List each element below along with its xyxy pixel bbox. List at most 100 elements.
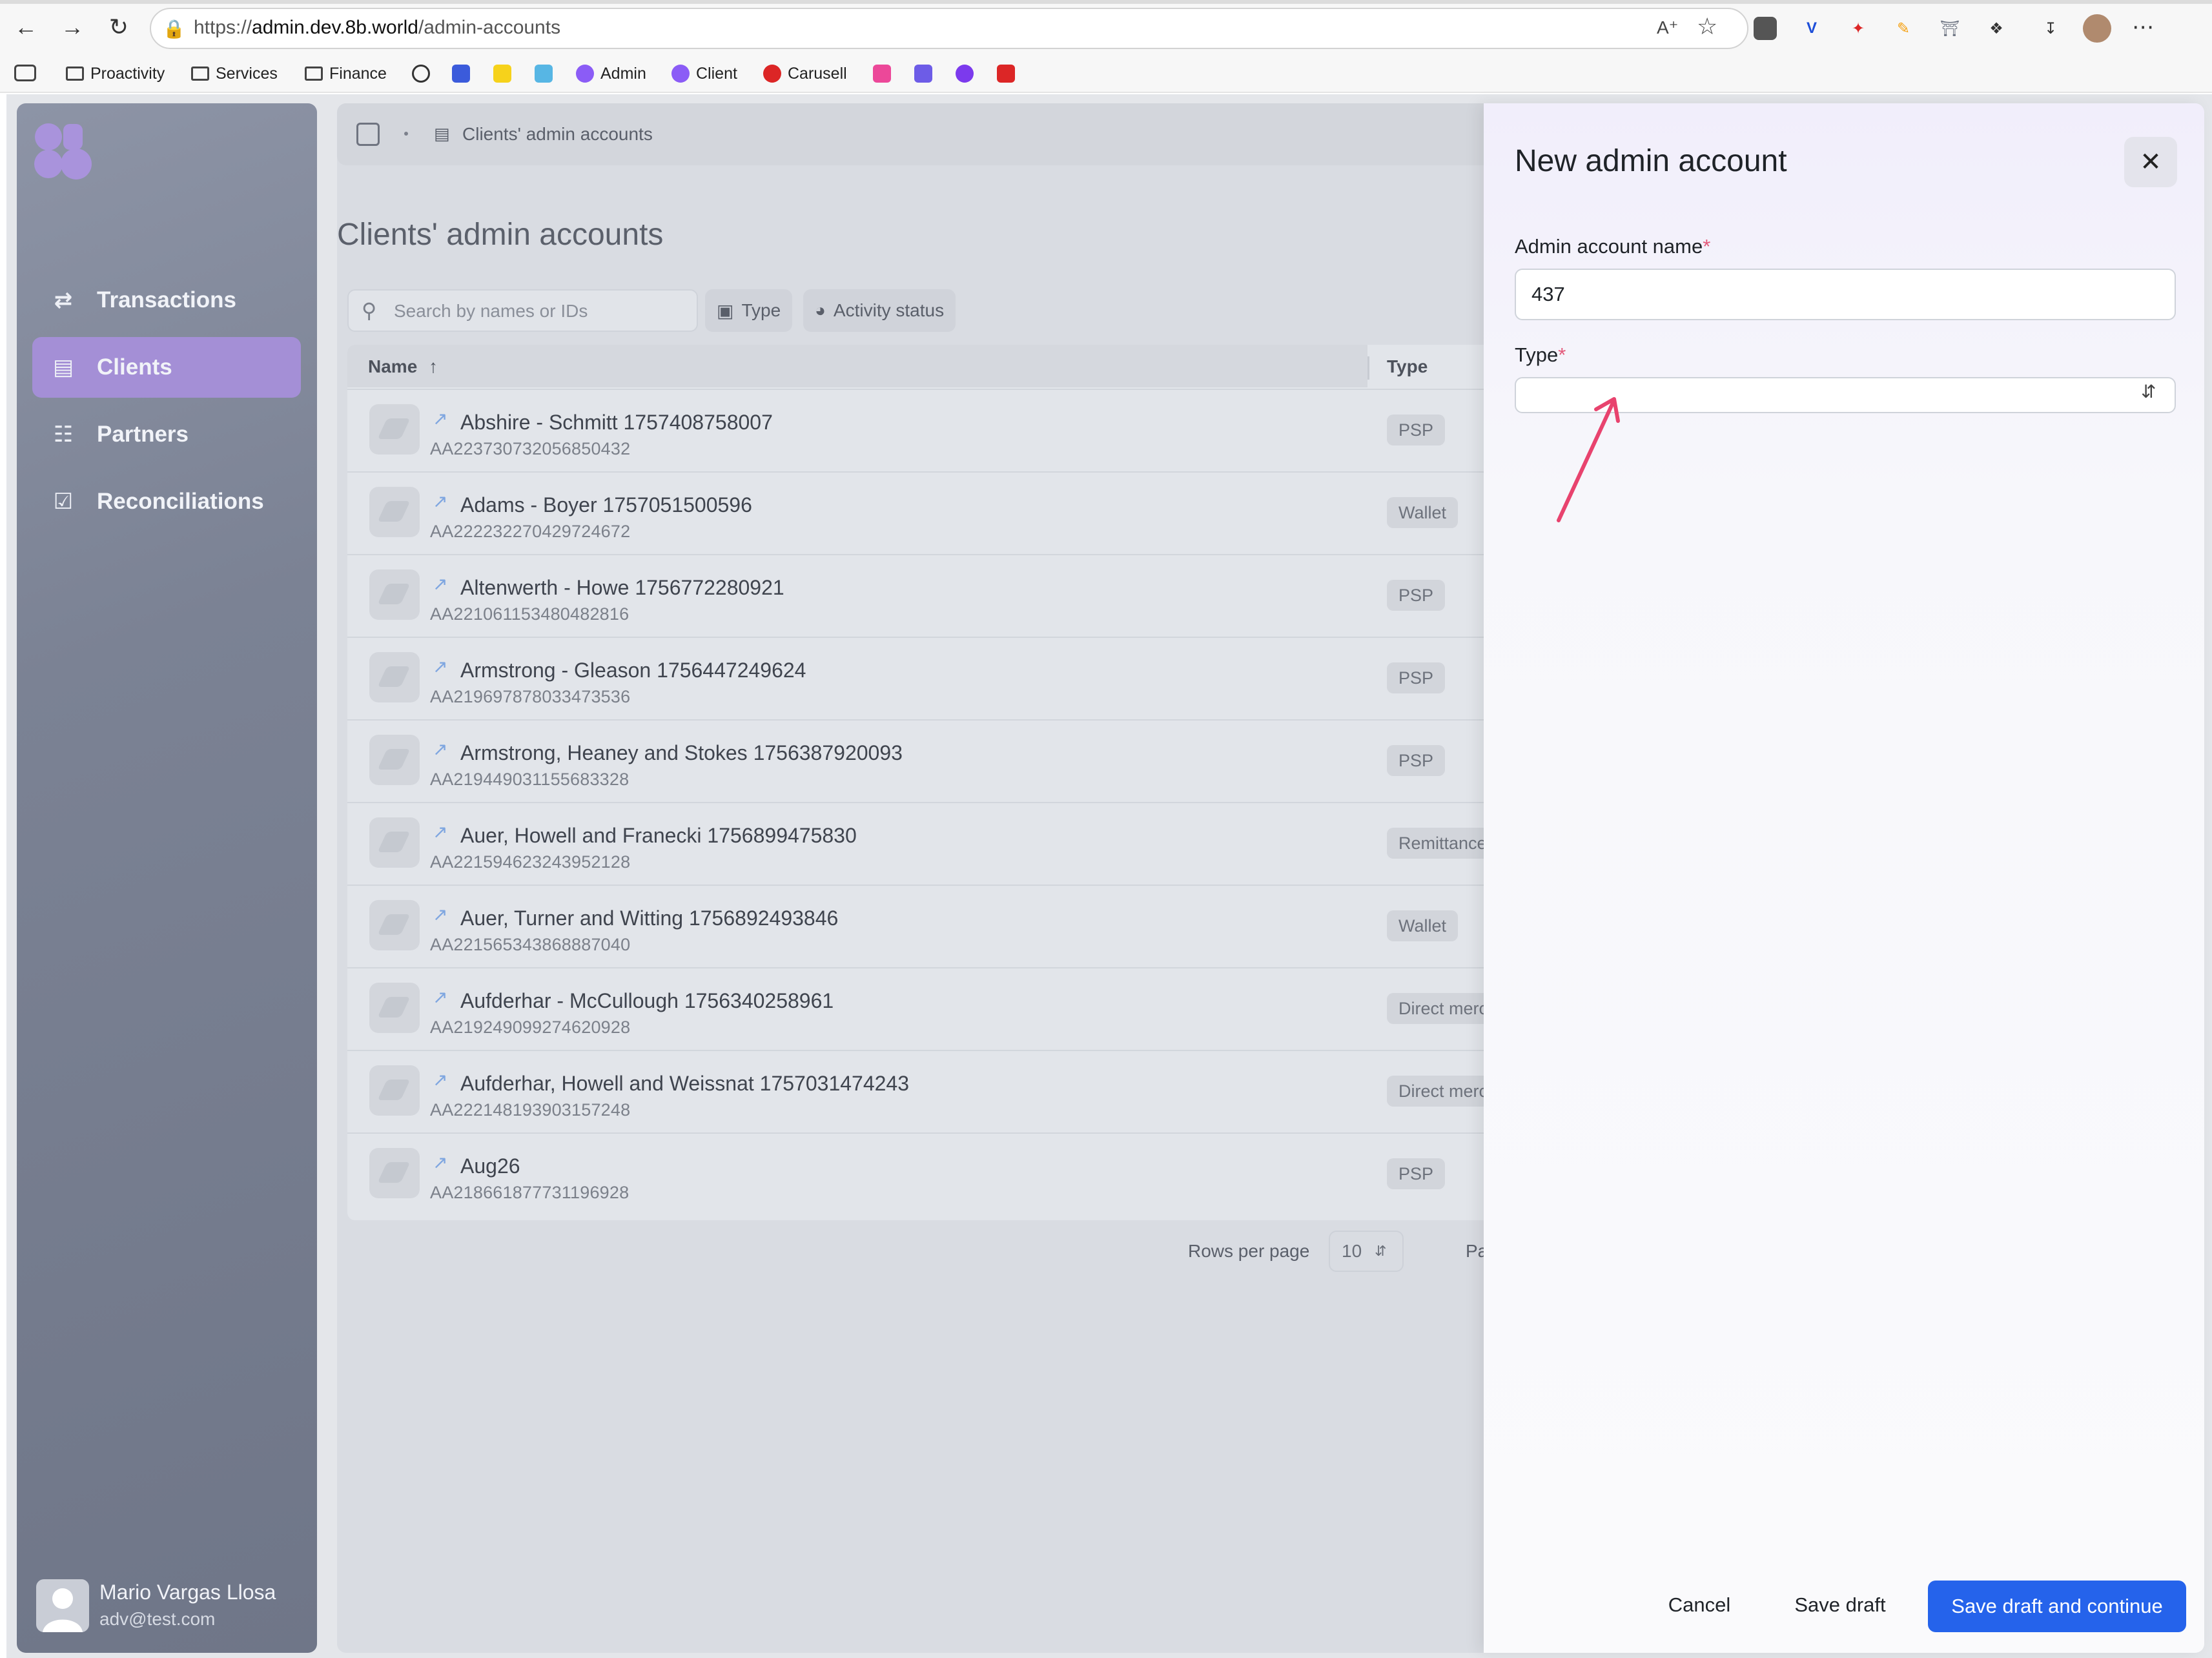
- type-badge: PSP: [1387, 1158, 1446, 1189]
- bookmark-carusell[interactable]: Carusell: [763, 62, 847, 85]
- sidebar-item-clients[interactable]: ▤ Clients: [32, 337, 301, 398]
- sidebar-item-label: Reconciliations: [97, 489, 264, 514]
- client-logo-placeholder: [369, 817, 420, 868]
- client-name[interactable]: Aufderhar - McCullough 1756340258961: [460, 989, 834, 1013]
- read-aloud-icon[interactable]: A⁺: [1657, 17, 1678, 38]
- bookmark-label: Client: [696, 64, 737, 83]
- rows-per-page-label: Rows per page: [1188, 1241, 1310, 1261]
- downloads-icon[interactable]: ↧: [2039, 17, 2062, 40]
- client-logo-placeholder: [369, 1148, 420, 1198]
- type-badge: PSP: [1387, 414, 1446, 445]
- type-filter-button[interactable]: ▣ Type: [705, 289, 793, 332]
- column-divider[interactable]: [1367, 356, 1369, 380]
- client-name[interactable]: Abshire - Schmitt 1757408758007: [460, 411, 773, 435]
- client-name[interactable]: Auer, Howell and Franecki 1756899475830: [460, 824, 857, 848]
- client-id: AA219449031155683328: [430, 770, 630, 789]
- client-id: AA218661877731196928: [430, 1183, 630, 1202]
- sidebar-item-label: Partners: [97, 422, 189, 447]
- lock-icon[interactable]: 🔒: [163, 18, 185, 39]
- client-name[interactable]: Altenwerth - Howe 1756772280921: [460, 576, 784, 600]
- news-bookmark-icon[interactable]: [997, 65, 1015, 83]
- external-link-icon[interactable]: ↗: [433, 739, 447, 760]
- chevron-up-down-icon[interactable]: ⇵: [2141, 381, 2156, 402]
- cancel-button[interactable]: Cancel: [1648, 1581, 1751, 1630]
- sidebar-toggle-icon[interactable]: [14, 65, 36, 81]
- openai-icon[interactable]: [412, 65, 430, 83]
- chevron-up-down-icon: ⇵: [1375, 1243, 1387, 1259]
- breadcrumb[interactable]: Clients' admin accounts: [462, 124, 653, 145]
- pencil-extension-icon[interactable]: ✎: [1892, 17, 1915, 40]
- client-name[interactable]: Armstrong - Gleason 1756447249624: [460, 659, 806, 682]
- column-header-type[interactable]: Type: [1387, 356, 1428, 377]
- folder-icon: [66, 67, 84, 81]
- external-link-icon[interactable]: ↗: [433, 904, 447, 925]
- client-name[interactable]: Adams - Boyer 1757051500596: [460, 493, 752, 517]
- reload-icon[interactable]: ↻: [105, 13, 133, 41]
- bookmark-finance[interactable]: Finance: [305, 62, 387, 85]
- more-menu-icon[interactable]: ⋯: [2132, 14, 2154, 40]
- rows-per-page-select[interactable]: 10 ⇵: [1329, 1231, 1404, 1272]
- forward-icon[interactable]: →: [58, 13, 87, 41]
- s-purple-bookmark-icon[interactable]: [914, 65, 932, 83]
- client-name[interactable]: Aufderhar, Howell and Weissnat 175703147…: [460, 1072, 909, 1096]
- field-label-text: Type: [1515, 343, 1559, 366]
- save-draft-and-continue-button[interactable]: Save draft and continue: [1928, 1581, 2186, 1632]
- bookmark-admin[interactable]: Admin: [576, 62, 646, 85]
- client-name[interactable]: Aug26: [460, 1154, 520, 1178]
- sidebar-item-partners[interactable]: ☷ Partners: [32, 404, 301, 465]
- sidebar-item-transactions[interactable]: ⇄ Transactions: [32, 270, 301, 331]
- server-icon: ▤: [52, 355, 74, 380]
- sidebar: [17, 103, 317, 1653]
- client-name[interactable]: Auer, Turner and Witting 1756892493846: [460, 906, 838, 930]
- vpn-extension-icon[interactable]: V: [1800, 17, 1823, 40]
- admin-account-name-input[interactable]: 437: [1515, 269, 2176, 320]
- required-mark: *: [1703, 235, 1711, 258]
- shield-extension-icon[interactable]: ⛩: [1938, 17, 1961, 40]
- checklist-icon: ☑: [53, 489, 74, 514]
- filter-label: Type: [741, 300, 781, 320]
- type-badge: PSP: [1387, 745, 1446, 776]
- bird-bookmark-icon[interactable]: [452, 65, 470, 83]
- bookmark-proactivity[interactable]: Proactivity: [66, 62, 165, 85]
- close-button[interactable]: ✕: [2124, 137, 2177, 187]
- avatar[interactable]: [36, 1579, 89, 1632]
- collections-icon[interactable]: [1754, 17, 1777, 40]
- external-link-icon[interactable]: ↗: [433, 821, 447, 843]
- calendar-icon: ▣: [717, 300, 734, 321]
- field-label-text: Admin account name: [1515, 235, 1703, 258]
- bird-extension-icon[interactable]: ✦: [1847, 17, 1870, 40]
- external-link-icon[interactable]: ↗: [433, 1152, 447, 1173]
- back-icon[interactable]: ←: [12, 13, 40, 41]
- activity-status-filter-button[interactable]: ◕ Activity status: [803, 289, 956, 332]
- profile-avatar[interactable]: [2083, 14, 2111, 43]
- extensions-puzzle-icon[interactable]: ❖: [1985, 17, 2008, 40]
- external-link-icon[interactable]: ↗: [433, 656, 447, 677]
- sidebar-item-reconciliations[interactable]: ☑ Reconciliations: [32, 471, 301, 532]
- client-name[interactable]: Armstrong, Heaney and Stokes 17563879200…: [460, 741, 903, 765]
- bookmark-services[interactable]: Services: [191, 62, 278, 85]
- s-pink-bookmark-icon[interactable]: [873, 65, 891, 83]
- favorite-star-icon[interactable]: ☆: [1697, 13, 1717, 40]
- url-prefix: https://: [194, 17, 252, 38]
- external-link-icon[interactable]: ↗: [433, 573, 447, 595]
- url-text[interactable]: https://admin.dev.8b.world/admin-account…: [194, 17, 560, 39]
- maps-icon[interactable]: [535, 65, 553, 83]
- client-id: AA222148193903157248: [430, 1100, 631, 1120]
- 8b-logo-icon: [576, 65, 594, 83]
- external-link-icon[interactable]: ↗: [433, 491, 447, 512]
- bookmark-client[interactable]: Client: [671, 62, 737, 85]
- chat-bookmark-icon[interactable]: [956, 65, 974, 83]
- external-link-icon[interactable]: ↗: [433, 987, 447, 1008]
- external-link-icon[interactable]: ↗: [433, 408, 447, 429]
- client-logo-placeholder: [369, 983, 420, 1033]
- sidebar-collapse-icon[interactable]: [356, 123, 380, 146]
- annotation-arrow: [1557, 397, 1620, 522]
- column-header-name[interactable]: Name ↑: [368, 356, 438, 377]
- url-path: /admin-accounts: [418, 17, 561, 38]
- network-icon: ☷: [53, 422, 74, 447]
- external-link-icon[interactable]: ↗: [433, 1069, 447, 1090]
- save-draft-button[interactable]: Save draft: [1779, 1581, 1901, 1630]
- search-icon: ⚲: [362, 299, 377, 322]
- client-id: AA221594623243952128: [430, 852, 631, 872]
- miro-icon[interactable]: [493, 65, 511, 83]
